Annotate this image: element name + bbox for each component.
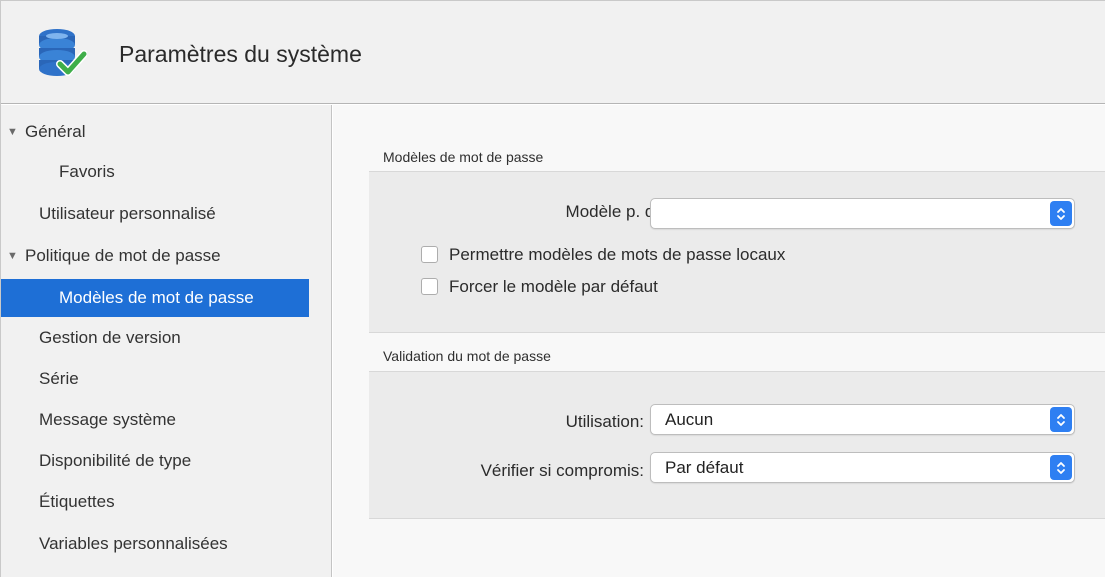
sidebar-item-favorites[interactable]: Favoris (1, 153, 331, 191)
sidebar-item-version-management[interactable]: Gestion de version (1, 319, 331, 357)
sidebar-item-label: Message système (39, 410, 176, 429)
password-validation-group-title: Validation du mot de passe (383, 348, 551, 364)
database-check-icon (39, 29, 87, 76)
force-default-model-label[interactable]: Forcer le modèle par défaut (449, 277, 658, 297)
chevron-up-down-icon (1050, 455, 1072, 480)
usage-value: Aucun (665, 410, 714, 429)
sidebar-item-labels[interactable]: Étiquettes (1, 483, 331, 521)
password-models-group: Modèle p. déf.: Permettre modèles de mot… (369, 171, 1105, 333)
sidebar-item-label: Disponibilité de type (39, 451, 192, 470)
sidebar-item-label: Variables personnalisées (39, 534, 228, 553)
system-settings-window: Paramètres du système ▼ Général Favoris … (0, 0, 1105, 577)
usage-label: Utilisation: (565, 412, 644, 431)
sidebar-item-label: Étiquettes (39, 492, 115, 511)
check-compromised-value: Par défaut (665, 458, 744, 477)
sidebar-item-label: Modèles de mot de passe (59, 288, 254, 307)
allow-local-models-checkbox[interactable] (421, 246, 438, 263)
sidebar-item-label: Politique de mot de passe (25, 246, 221, 265)
check-compromised-label: Vérifier si compromis: (480, 461, 644, 480)
disclosure-triangle-icon[interactable]: ▼ (7, 250, 21, 262)
sidebar-item-password-policy[interactable]: ▼ Politique de mot de passe (1, 237, 331, 275)
sidebar-item-system-message[interactable]: Message système (1, 401, 331, 439)
sidebar-item-series[interactable]: Série (1, 360, 331, 398)
sidebar-item-password-models[interactable]: Modèles de mot de passe (1, 279, 309, 317)
sidebar-item-label: Favoris (59, 162, 115, 181)
default-model-select[interactable] (650, 198, 1075, 229)
settings-sidebar: ▼ Général Favoris Utilisateur personnali… (1, 105, 332, 577)
sidebar-item-label: Série (39, 369, 79, 388)
check-compromised-select[interactable]: Par défaut (650, 452, 1075, 483)
chevron-up-down-icon (1050, 201, 1072, 226)
sidebar-item-custom-user[interactable]: Utilisateur personnalisé (1, 195, 331, 233)
sidebar-item-custom-variables[interactable]: Variables personnalisées (1, 525, 331, 563)
disclosure-triangle-icon[interactable]: ▼ (7, 126, 21, 138)
sidebar-item-label: Général (25, 122, 86, 141)
force-default-model-checkbox[interactable] (421, 278, 438, 295)
allow-local-models-label[interactable]: Permettre modèles de mots de passe locau… (449, 245, 785, 265)
chevron-up-down-icon (1050, 407, 1072, 432)
sidebar-item-label: Gestion de version (39, 328, 181, 347)
password-validation-group: Utilisation: Aucun Vérifier si compromis… (369, 371, 1105, 519)
usage-select[interactable]: Aucun (650, 404, 1075, 435)
sidebar-item-label: Utilisateur personnalisé (39, 204, 216, 223)
password-models-group-title: Modèles de mot de passe (383, 149, 544, 165)
sidebar-item-general[interactable]: ▼ Général (1, 113, 331, 151)
sidebar-item-type-availability[interactable]: Disponibilité de type (1, 442, 331, 480)
settings-content: Modèles de mot de passe Modèle p. déf.: … (333, 105, 1105, 577)
window-title: Paramètres du système (119, 41, 362, 67)
window-header: Paramètres du système (1, 1, 1105, 104)
